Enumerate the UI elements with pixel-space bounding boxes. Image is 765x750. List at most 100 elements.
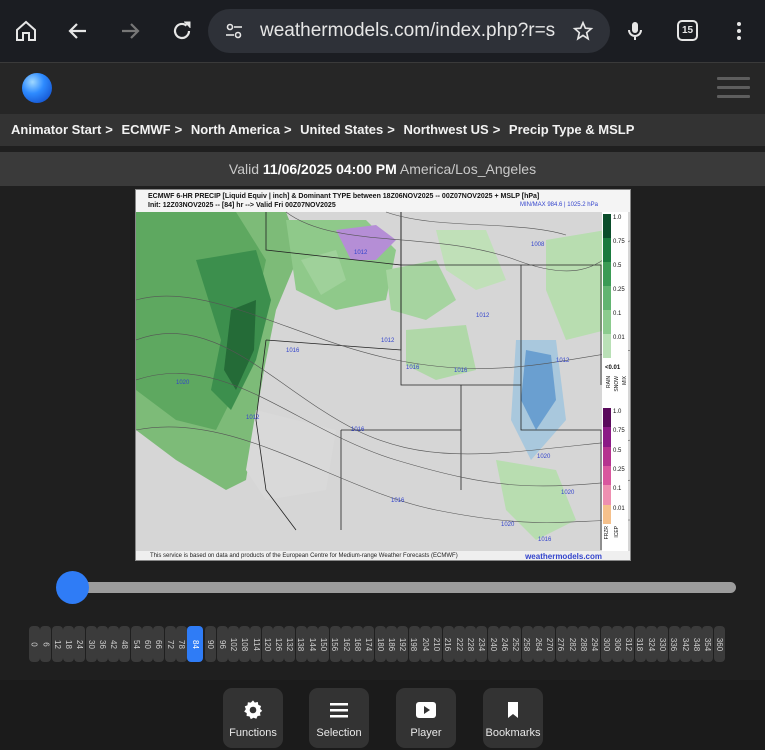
- hour-cell[interactable]: 324: [645, 626, 657, 662]
- hour-cell[interactable]: 54: [130, 626, 142, 662]
- hour-cell[interactable]: 0: [29, 626, 40, 662]
- isobar-label: 1012: [354, 250, 368, 256]
- hour-cell[interactable]: 102: [227, 626, 239, 662]
- player-button[interactable]: Player: [396, 688, 456, 748]
- hour-label: 330: [658, 637, 668, 651]
- hour-cell[interactable]: 42: [108, 626, 120, 662]
- hour-cell[interactable]: 18: [62, 626, 74, 662]
- more-options-icon[interactable]: [722, 14, 756, 48]
- breadcrumb-ecmwf[interactable]: ECMWF: [122, 122, 171, 137]
- rain-swatch: [603, 286, 611, 310]
- hour-cell[interactable]: 132: [284, 626, 296, 662]
- hour-cell[interactable]: 294: [589, 626, 601, 662]
- ice-legend: 1.0 0.75 0.5 0.25 0.1 0.01: [603, 408, 629, 524]
- hour-cell[interactable]: 114: [250, 626, 262, 662]
- breadcrumb-precip-type[interactable]: Precip Type & MSLP: [509, 122, 634, 137]
- breadcrumb-northwest-us[interactable]: Northwest US: [403, 122, 488, 137]
- hour-cell[interactable]: 12: [51, 626, 63, 662]
- hour-cell[interactable]: 330: [657, 626, 669, 662]
- microphone-icon[interactable]: [618, 14, 652, 48]
- bookmark-star-icon[interactable]: [572, 20, 594, 47]
- hour-cell[interactable]: 120: [261, 626, 273, 662]
- hour-cell[interactable]: 264: [532, 626, 544, 662]
- hour-cell[interactable]: 204: [419, 626, 431, 662]
- hour-cell[interactable]: 270: [544, 626, 556, 662]
- breadcrumb-animator-start[interactable]: Animator Start: [11, 122, 101, 137]
- reload-icon[interactable]: [165, 14, 199, 48]
- selection-button[interactable]: Selection: [309, 688, 369, 748]
- home-icon[interactable]: [9, 14, 43, 48]
- hour-cell[interactable]: 156: [329, 626, 341, 662]
- hour-cell[interactable]: 342: [679, 626, 691, 662]
- hour-cell[interactable]: 66: [153, 626, 165, 662]
- map-title-line1: ECMWF 6-HR PRECIP [Liquid Equiv | inch] …: [148, 193, 540, 200]
- hour-cell[interactable]: 234: [476, 626, 488, 662]
- bookmarks-label: Bookmarks: [485, 727, 541, 739]
- hour-cell[interactable]: 186: [386, 626, 397, 662]
- hour-cell[interactable]: 228: [465, 626, 477, 662]
- ice-swatch: [603, 485, 611, 505]
- hour-cell[interactable]: 282: [566, 626, 578, 662]
- hour-cell[interactable]: 90: [205, 626, 217, 662]
- hour-cell[interactable]: 318: [634, 626, 646, 662]
- hour-cell[interactable]: 312: [623, 626, 635, 662]
- hour-cell[interactable]: 126: [273, 626, 284, 662]
- hamburger-menu-icon[interactable]: [717, 77, 750, 99]
- hour-cell[interactable]: 138: [295, 626, 307, 662]
- hour-cell[interactable]: 216: [442, 626, 454, 662]
- hour-cell[interactable]: 246: [499, 626, 510, 662]
- hour-cell-selected[interactable]: 84: [187, 626, 204, 662]
- frzr-label: FRZR: [604, 526, 610, 540]
- hour-cell[interactable]: 306: [612, 626, 623, 662]
- hour-cell[interactable]: 276: [555, 626, 567, 662]
- hour-cell[interactable]: 174: [363, 626, 375, 662]
- hour-cell[interactable]: 360: [713, 626, 725, 662]
- hour-cell[interactable]: 336: [668, 626, 680, 662]
- hour-cell[interactable]: 300: [600, 626, 612, 662]
- back-arrow-icon[interactable]: [61, 14, 95, 48]
- hour-cell[interactable]: 30: [85, 626, 97, 662]
- hour-cell[interactable]: 240: [487, 626, 499, 662]
- site-logo[interactable]: [22, 73, 52, 103]
- url-text[interactable]: weathermodels.com/index.php?r=site: [260, 20, 556, 42]
- time-slider-track[interactable]: [64, 582, 736, 593]
- hour-cell[interactable]: 222: [453, 626, 465, 662]
- breadcrumb-north-america[interactable]: North America: [191, 122, 280, 137]
- hour-cell[interactable]: 78: [175, 626, 187, 662]
- hour-cell[interactable]: 108: [239, 626, 251, 662]
- hour-label: 102: [228, 637, 238, 651]
- gear-icon: [223, 698, 283, 722]
- hour-cell[interactable]: 192: [397, 626, 409, 662]
- hour-cell[interactable]: 162: [340, 626, 352, 662]
- hour-cell[interactable]: 198: [408, 626, 420, 662]
- breadcrumb-united-states[interactable]: United States: [300, 122, 383, 137]
- hour-label: 312: [624, 637, 634, 651]
- hour-cell[interactable]: 150: [318, 626, 330, 662]
- address-bar[interactable]: weathermodels.com/index.php?r=site: [208, 9, 610, 53]
- hour-cell[interactable]: 96: [216, 626, 228, 662]
- rain-value: 0.01: [613, 335, 625, 341]
- hour-cell[interactable]: 168: [352, 626, 364, 662]
- hour-cell[interactable]: 180: [374, 626, 386, 662]
- hour-cell[interactable]: 144: [306, 626, 318, 662]
- hour-cell[interactable]: 6: [40, 626, 52, 662]
- hour-cell[interactable]: 60: [142, 626, 153, 662]
- functions-button[interactable]: Functions: [223, 688, 283, 748]
- bookmarks-button[interactable]: Bookmarks: [483, 688, 543, 748]
- hour-cell[interactable]: 36: [96, 626, 108, 662]
- isobar-label: 1012: [476, 313, 490, 319]
- hour-cell[interactable]: 48: [119, 626, 131, 662]
- hour-cell[interactable]: 210: [431, 626, 443, 662]
- tab-switcher-button[interactable]: 15: [677, 20, 698, 41]
- hour-cell[interactable]: 252: [510, 626, 522, 662]
- hour-cell[interactable]: 258: [521, 626, 533, 662]
- hour-label: 6: [41, 641, 51, 647]
- site-settings-icon[interactable]: [224, 21, 244, 46]
- hour-cell[interactable]: 354: [702, 626, 714, 662]
- hour-cell[interactable]: 288: [578, 626, 590, 662]
- forward-arrow-icon[interactable]: [113, 14, 147, 48]
- hour-cell[interactable]: 72: [164, 626, 176, 662]
- hour-cell[interactable]: 24: [74, 626, 86, 662]
- hour-cell[interactable]: 348: [691, 626, 703, 662]
- time-slider-thumb[interactable]: [56, 571, 89, 604]
